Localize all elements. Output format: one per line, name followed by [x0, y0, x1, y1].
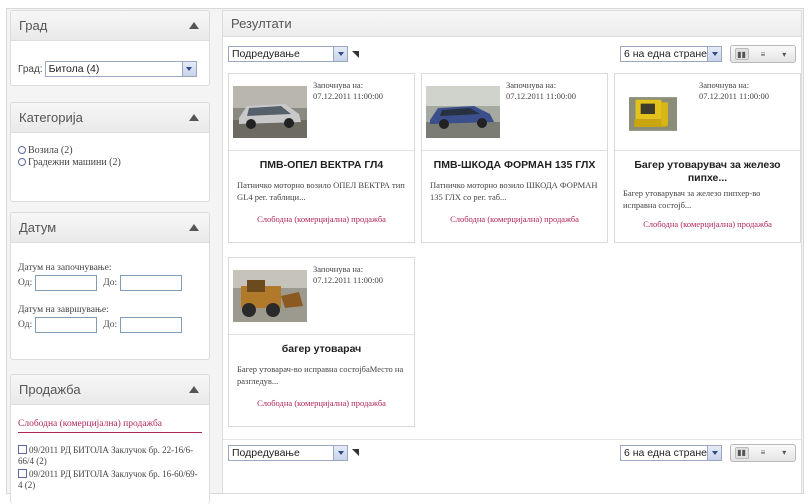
start-date: 07.12.2011 11:00:00	[313, 275, 383, 285]
result-card[interactable]: Започнува на: 07.12.2011 11:00:00 Багер …	[614, 73, 801, 243]
sale-panel-title: Продажба	[19, 382, 81, 397]
card-description: Патничко моторно возило ШКОДА ФОРМАН 135…	[430, 180, 598, 202]
collapse-triangle-icon[interactable]	[189, 114, 199, 121]
grid-view-icon[interactable]: ▮▮	[734, 48, 749, 60]
results-panel: Резултати Подредување 6 на една стране ▮…	[222, 10, 802, 494]
sale-panel-header[interactable]: Продажба	[11, 375, 209, 405]
radio-icon[interactable]	[18, 158, 26, 166]
car-photo[interactable]	[233, 86, 307, 138]
city-panel-title: Град	[19, 18, 48, 33]
end-from-label: Од:	[18, 320, 33, 330]
date-panel-title: Датум	[19, 220, 57, 235]
start-label: Започнува на:	[313, 264, 364, 274]
start-date: 07.12.2011 11:00:00	[313, 91, 383, 101]
list-view-icon[interactable]: ≡	[756, 447, 770, 459]
chevron-down-icon[interactable]	[181, 62, 196, 76]
chevron-down-icon[interactable]: ▾	[777, 48, 791, 60]
start-date-label: Датум на започнување:	[18, 263, 112, 273]
car-photo[interactable]	[426, 86, 500, 138]
chevron-down-icon[interactable]: ▾	[777, 447, 791, 459]
sale-link[interactable]: Слободна (комерцијална) продажба	[18, 419, 202, 433]
card-sale-link[interactable]: Слободна (комерцијална) продажба	[422, 214, 607, 224]
card-description: Багер утоварувач за железо пипхер-во исп…	[623, 188, 761, 210]
card-title[interactable]: багер утоварач	[229, 343, 414, 357]
result-card[interactable]: Започнува на: 07.12.2011 11:00:00 ПМВ-ОП…	[228, 73, 415, 243]
sort-select[interactable]: Подредување	[228, 444, 348, 461]
card-title[interactable]: ПМВ-ШКОДА ФОРМАН 135 ГЛХ	[422, 159, 607, 173]
start-from-label: Од:	[18, 278, 33, 288]
end-to-input[interactable]	[120, 317, 183, 333]
chevron-down-icon[interactable]	[707, 47, 721, 61]
checkbox-icon[interactable]	[18, 469, 27, 478]
start-from-input[interactable]	[35, 275, 98, 291]
sort-direction-icon[interactable]	[352, 449, 359, 456]
start-date: 07.12.2011 11:00:00	[506, 91, 576, 101]
results-title: Резултати	[223, 11, 801, 37]
start-date: 07.12.2011 11:00:00	[699, 91, 769, 101]
start-to-input[interactable]	[120, 275, 183, 291]
start-label: Започнува на:	[699, 80, 750, 90]
list-view-icon[interactable]: ≡	[756, 48, 770, 60]
chevron-down-icon[interactable]	[333, 47, 347, 61]
card-sale-link[interactable]: Слободна (комерцијална) продажба	[615, 219, 800, 229]
card-title[interactable]: ПМВ-ОПЕЛ ВЕКТРА ГЛ4	[229, 159, 414, 173]
sale-filter-panel: Продажба Слободна (комерцијална) продажб…	[10, 374, 210, 504]
card-description: Патничко моторно возило ОПЕЛ ВЕКТРА тип …	[237, 180, 405, 202]
grid-view-icon[interactable]: ▮▮	[734, 446, 749, 459]
radio-icon[interactable]	[18, 146, 26, 154]
end-to-label: До:	[103, 320, 118, 330]
view-mode-toggle[interactable]: ▮▮ ≡ ▾	[730, 45, 796, 63]
city-select[interactable]: Битола (4)	[44, 61, 197, 77]
city-select-value: Битола (4)	[48, 63, 100, 75]
sale-item[interactable]: 09/2011 РД БИТОЛА Заклучок бр. 22-16/6-6…	[18, 445, 202, 467]
end-from-input[interactable]	[35, 317, 98, 333]
end-date-label: Датум на завршување:	[18, 305, 109, 315]
per-page-select[interactable]: 6 на една стране	[620, 46, 722, 62]
card-description: Багер утоварач-во исправна состојбаМесто…	[237, 364, 404, 386]
checkbox-icon[interactable]	[18, 445, 27, 454]
loader-photo[interactable]	[233, 270, 307, 322]
category-option-machines[interactable]: Градежни машини (2)	[18, 157, 202, 169]
city-filter-panel: Град Град: Битола (4)	[10, 10, 210, 86]
city-label: Град:	[18, 63, 43, 75]
date-filter-panel: Датум Датум на започнување: Од: До: Дату…	[10, 212, 210, 360]
per-page-value: 6 на една стране	[624, 446, 707, 459]
sort-select-value: Подредување	[232, 446, 300, 459]
card-title[interactable]: Багер утоварувач за железо пипхе...	[615, 159, 800, 185]
excavator-photo[interactable]	[629, 80, 677, 148]
collapse-triangle-icon[interactable]	[189, 22, 199, 29]
date-panel-header[interactable]: Датум	[11, 213, 209, 243]
collapse-triangle-icon[interactable]	[189, 386, 199, 393]
city-panel-header[interactable]: Град	[11, 11, 209, 41]
view-mode-toggle[interactable]: ▮▮ ≡ ▾	[730, 443, 796, 462]
category-panel-header[interactable]: Категорија	[11, 103, 209, 133]
sort-direction-icon[interactable]	[352, 50, 359, 58]
start-label: Започнува на:	[506, 80, 557, 90]
collapse-triangle-icon[interactable]	[189, 224, 199, 231]
per-page-select[interactable]: 6 на една стране	[620, 444, 722, 461]
sort-select-value: Подредување	[232, 48, 300, 60]
chevron-down-icon[interactable]	[707, 445, 721, 460]
start-label: Започнува на:	[313, 80, 364, 90]
start-to-label: До:	[103, 278, 118, 288]
results-toolbar-top: Подредување 6 на една стране ▮▮ ≡ ▾	[223, 41, 801, 67]
card-sale-link[interactable]: Слободна (комерцијална) продажба	[229, 398, 414, 408]
card-sale-link[interactable]: Слободна (комерцијална) продажба	[229, 214, 414, 224]
category-panel-title: Категорија	[19, 110, 83, 125]
sale-item[interactable]: 09/2011 РД БИТОЛА Заклучок бр. 16-60/69-…	[18, 469, 202, 491]
chevron-down-icon[interactable]	[333, 445, 347, 460]
sort-select[interactable]: Подредување	[228, 46, 348, 62]
result-card[interactable]: Започнува на: 07.12.2011 11:00:00 ПМВ-ШК…	[421, 73, 608, 243]
category-filter-panel: Категорија Возила (2) Градежни машини (2…	[10, 102, 210, 202]
results-toolbar-bottom: Подредување 6 на една стране ▮▮ ≡ ▾	[223, 439, 801, 465]
result-card[interactable]: Започнува на: 07.12.2011 11:00:00 багер …	[228, 257, 415, 427]
sidebar: Град Град: Битола (4) Категорија Возила …	[10, 10, 210, 504]
category-option-vehicles[interactable]: Возила (2)	[18, 145, 202, 157]
per-page-value: 6 на една стране	[624, 48, 707, 60]
